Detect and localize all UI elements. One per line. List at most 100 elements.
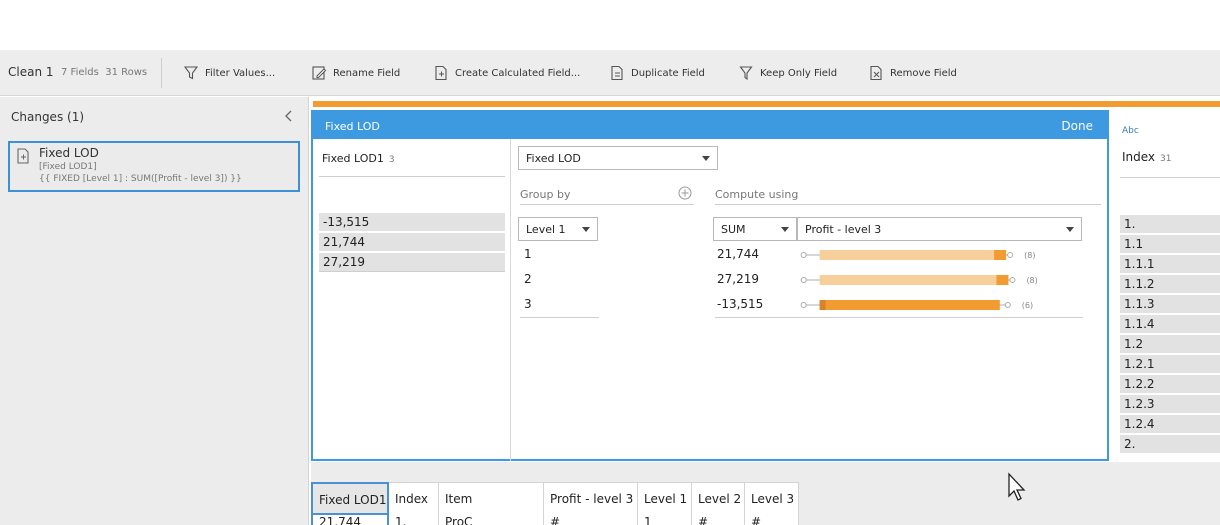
add-group-icon[interactable] (678, 186, 692, 200)
rename-field-button[interactable]: Rename Field (311, 64, 400, 82)
chevron-down-icon (702, 156, 710, 161)
filter-values-button[interactable]: Filter Values... (183, 64, 275, 82)
index-value-list: 1. 1.1 1.1.1 1.1.2 1.1.3 1.1.4 1.2 1.2.1… (1120, 215, 1220, 455)
editor-title: Fixed LOD (325, 120, 380, 133)
result-count: (6) (1022, 301, 1033, 310)
result-distribution: (8) (800, 275, 1038, 285)
group-value: 1 (524, 247, 532, 261)
measure-select[interactable]: Profit - level 3 (797, 217, 1082, 241)
range-max-marker (1004, 302, 1011, 308)
range-max-marker (1007, 252, 1014, 258)
duplicate-field-label: Duplicate Field (631, 67, 705, 79)
chevron-left-icon[interactable] (283, 109, 295, 123)
result-distribution: (6) (800, 300, 1033, 310)
create-calculated-field-label: Create Calculated Field... (455, 67, 581, 79)
divider (1120, 177, 1220, 178)
grid-cell[interactable]: # (692, 515, 745, 525)
group-value: 3 (524, 297, 532, 311)
grid-cell[interactable]: # (745, 515, 799, 525)
index-value[interactable]: 1.2.3 (1120, 395, 1220, 413)
grid-column-header[interactable]: Level 1 (638, 482, 692, 515)
index-value[interactable]: 1.2 (1120, 335, 1220, 353)
keep-only-field-button[interactable]: Keep Only Field (738, 64, 837, 82)
grid-column-header[interactable]: Level 2 (692, 482, 745, 515)
profile-highlight-bar (313, 101, 1220, 107)
change-name: Fixed LOD (39, 146, 99, 160)
calculated-field-icon (17, 148, 29, 164)
rename-icon (312, 66, 327, 80)
chevron-down-icon (1066, 227, 1074, 232)
fixed-lod-editor: Fixed LOD Done Fixed LOD1 3 -13,515 21,74… (311, 110, 1109, 461)
distribution-bar (819, 250, 1003, 260)
chevron-down-icon (582, 227, 590, 232)
divider (520, 204, 694, 205)
grid-column-header[interactable]: Index (389, 482, 439, 515)
index-value[interactable]: 1.1 (1120, 235, 1220, 253)
grid-column-header[interactable]: Profit - level 3 (544, 482, 638, 515)
remove-field-button[interactable]: Remove Field (868, 64, 957, 82)
grid-cell[interactable]: 1. (389, 515, 439, 525)
grid-column-header[interactable]: Item (439, 482, 544, 515)
aggregate-select[interactable]: SUM (713, 217, 797, 241)
calculated-field-icon (435, 65, 447, 81)
group-field-value: Level 1 (526, 222, 566, 236)
grid-cell[interactable]: # (544, 515, 638, 525)
index-value[interactable]: 1.1.2 (1120, 275, 1220, 293)
index-field-count: 31 (1160, 154, 1172, 164)
index-value[interactable]: 2. (1120, 435, 1220, 453)
duplicate-field-button[interactable]: Duplicate Field (609, 64, 705, 82)
index-value[interactable]: 1. (1120, 215, 1220, 233)
field-name: Fixed LOD1 3 (322, 152, 395, 165)
index-value[interactable]: 1.2.2 (1120, 375, 1220, 393)
selected-value-marker (996, 275, 1009, 285)
result-count: (8) (1026, 276, 1037, 285)
done-button[interactable]: Done (1061, 119, 1093, 133)
index-value[interactable]: 1.1.3 (1120, 295, 1220, 313)
toolbar: Clean 1 7 Fields 31 Rows Filter Values..… (0, 50, 1220, 96)
value-item[interactable]: 21,744 (319, 233, 505, 251)
grid-cell[interactable]: 21,744 (311, 515, 389, 525)
index-value[interactable]: 1.2.4 (1120, 415, 1220, 433)
remove-icon (870, 65, 882, 81)
index-field-name: Index 31 (1122, 150, 1172, 164)
grid-cell[interactable]: 1 (638, 515, 692, 525)
compute-using-label: Compute using (715, 188, 799, 201)
chevron-down-icon (781, 227, 789, 232)
grid-column-header[interactable]: Fixed LOD1 (311, 482, 389, 515)
grid-cell[interactable]: ProC (439, 515, 544, 525)
keep-only-icon (739, 66, 753, 81)
string-type-icon[interactable]: Abc (1122, 126, 1139, 136)
mouse-cursor-icon (1008, 472, 1026, 501)
field-count: 3 (388, 155, 395, 165)
result-value: 27,219 (717, 272, 759, 286)
index-value[interactable]: 1.1.4 (1120, 315, 1220, 333)
change-item[interactable]: Fixed LOD [Fixed LOD1] {{ FIXED [Level 1… (8, 141, 300, 192)
filter-icon (183, 66, 199, 80)
create-calculated-field-button[interactable]: Create Calculated Field... (433, 64, 580, 82)
divider (715, 204, 1101, 205)
index-value[interactable]: 1.1.1 (1120, 255, 1220, 273)
index-profile-card: Abc Index 31 1. 1.1 1.1.1 1.1.2 1.1.3 1.1… (1116, 112, 1220, 457)
toolbar-divider (161, 58, 162, 88)
group-field-select[interactable]: Level 1 (518, 217, 598, 241)
value-item[interactable]: 27,219 (319, 253, 505, 271)
selected-value-marker (819, 300, 826, 310)
value-list: -13,515 21,744 27,219 (319, 213, 505, 275)
range-min-marker (800, 302, 807, 308)
grid-header: Fixed LOD1 Index Item Profit - level 3 L… (311, 482, 799, 515)
field-name-label: Fixed LOD1 (322, 152, 384, 165)
keep-only-field-label: Keep Only Field (760, 67, 838, 79)
grid-column-header[interactable]: Level 3 (745, 482, 799, 515)
calc-type-value: Fixed LOD (526, 151, 581, 165)
range-max-marker (1009, 277, 1016, 283)
result-value: -13,515 (717, 297, 764, 311)
changes-title: Changes (1) (11, 110, 85, 124)
result-value: 21,744 (717, 247, 759, 261)
calc-type-select[interactable]: Fixed LOD (518, 146, 718, 170)
distribution-bar (819, 275, 1005, 285)
range-min-marker (800, 252, 807, 258)
value-item[interactable]: -13,515 (319, 213, 505, 231)
index-value[interactable]: 1.2.1 (1120, 355, 1220, 373)
group-value: 2 (524, 272, 532, 286)
table-row: 21,744 1. ProC # 1 # # (311, 515, 799, 525)
